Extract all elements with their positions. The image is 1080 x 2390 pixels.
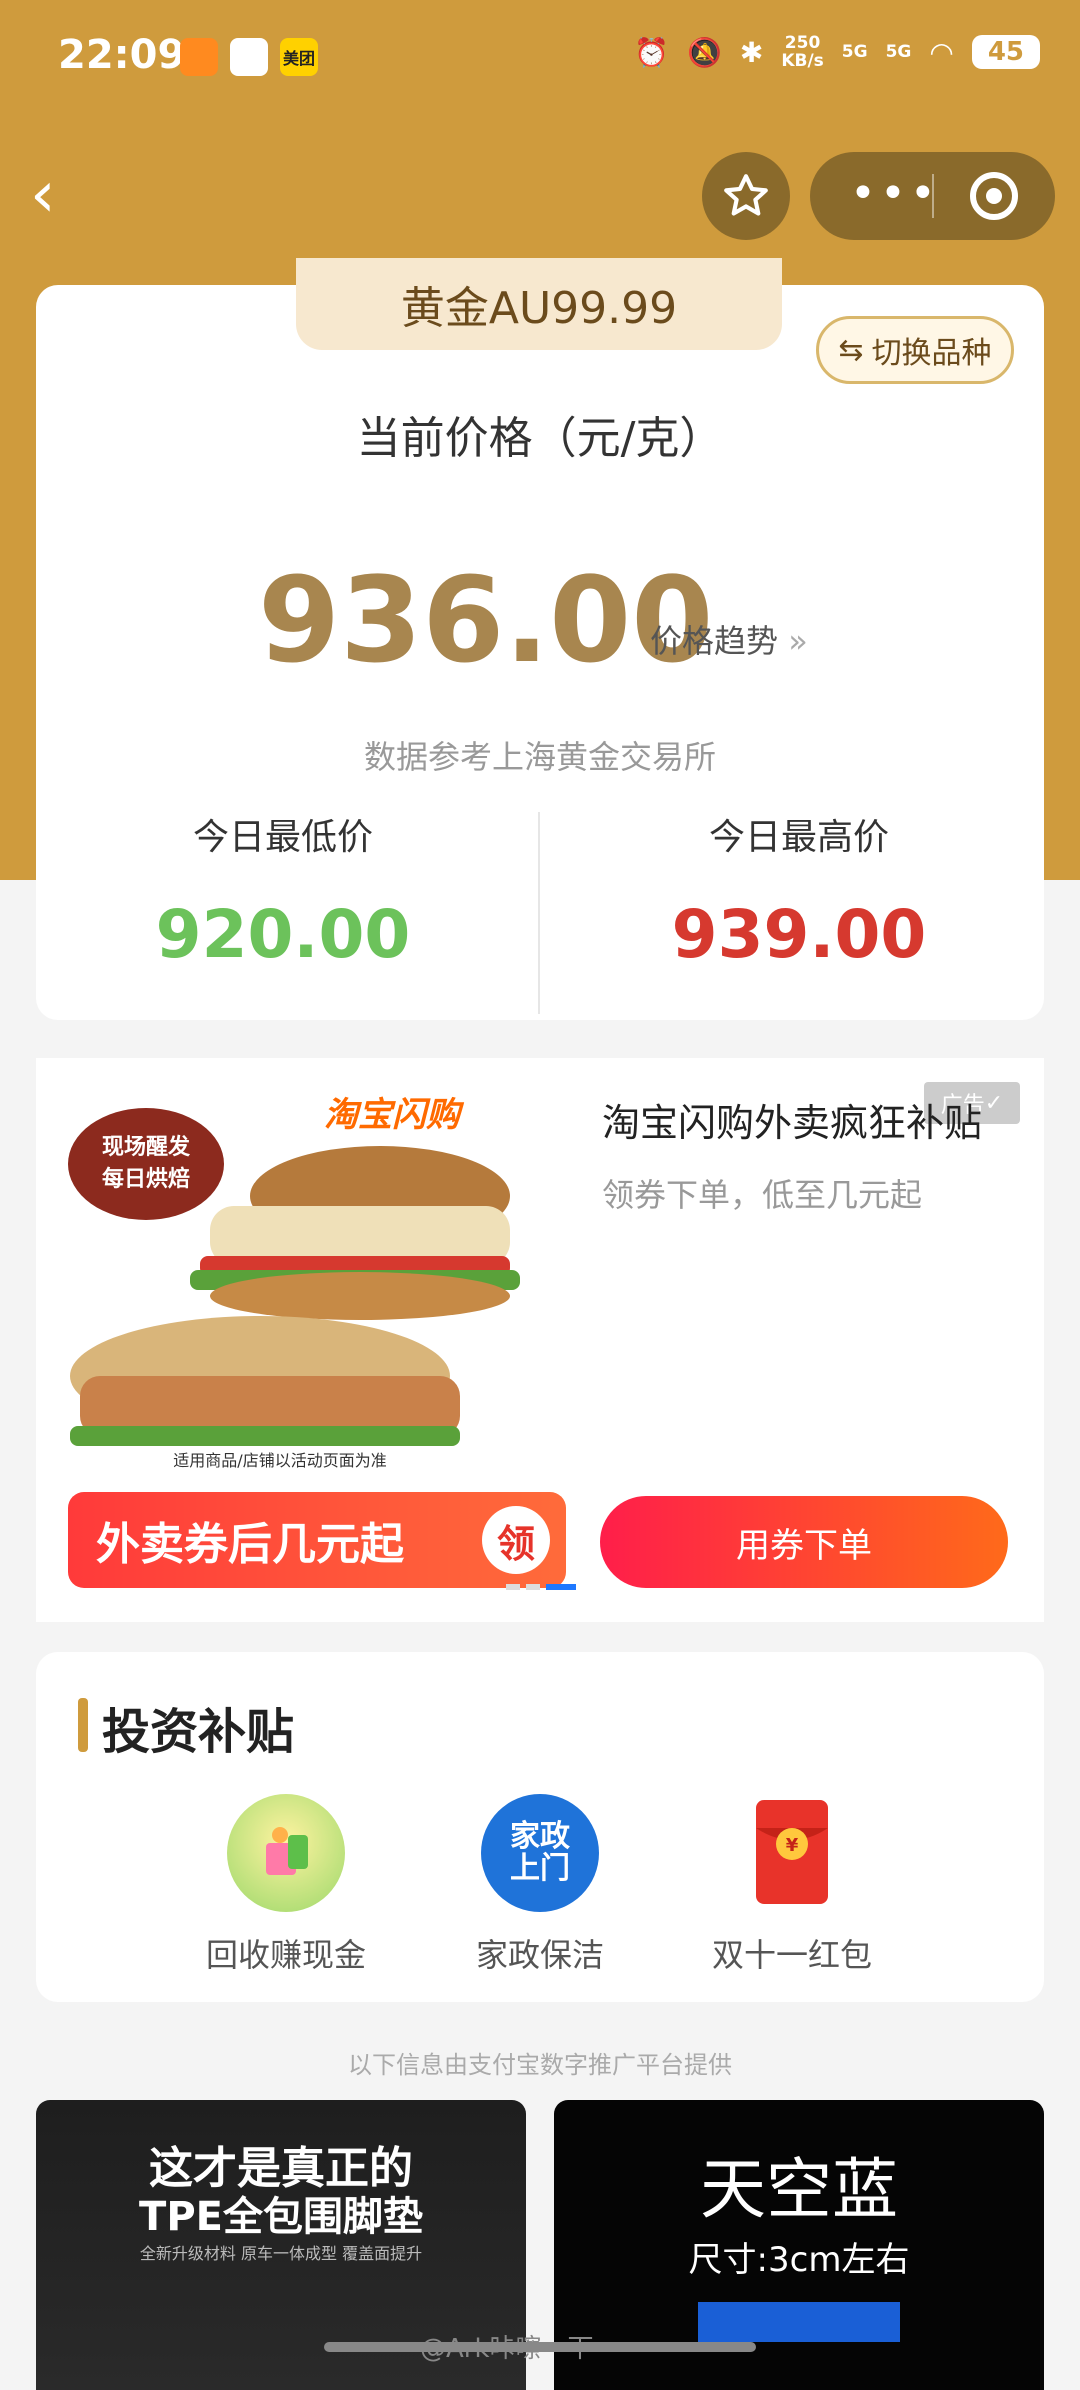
- high-price-label: 今日最高价: [708, 817, 889, 858]
- mute-icon: 🔕: [686, 35, 722, 69]
- provider-note: 以下信息由支付宝数字推广平台提供: [348, 2051, 732, 2079]
- current-price-value: 936.00: [258, 551, 714, 689]
- signal-icon: 5G: [885, 42, 912, 62]
- svg-text:¥: ¥: [786, 1835, 799, 1856]
- ad-tile-left-line2: TPE全包围脚垫: [139, 2194, 423, 2240]
- ad-image-note: 适用商品/店铺以活动页面为准: [173, 1451, 386, 1470]
- bluetooth-icon: ✱: [739, 35, 764, 69]
- taobao-flash-logo: 淘宝闪购: [324, 1095, 465, 1135]
- commodity-title: 黄金AU99.99: [296, 258, 782, 350]
- wifi-icon: ◠: [929, 35, 954, 69]
- price-trend-label: 价格趋势: [650, 622, 779, 660]
- recycle-cash-icon: [227, 1794, 345, 1912]
- chevron-right-icon: »: [788, 622, 808, 660]
- meituan-icon: 美团: [280, 38, 318, 76]
- high-price-value: 939.00: [671, 896, 927, 973]
- divider: [538, 812, 540, 1014]
- miniapp-capsule: •••: [810, 152, 1055, 240]
- invest-item-recycle[interactable]: 回收赚现金: [166, 1794, 406, 1976]
- invest-item-label: 家政保洁: [475, 1936, 604, 1974]
- coupon-banner[interactable]: 外卖券后几元起 领: [68, 1492, 566, 1588]
- signal-icon: 5G: [841, 42, 868, 62]
- low-price-label: 今日最低价: [192, 817, 373, 858]
- price-trend-link[interactable]: 价格趋势 »: [650, 616, 808, 662]
- ad-title[interactable]: 淘宝闪购外卖疯狂补贴: [602, 1092, 982, 1147]
- favorite-button[interactable]: [702, 152, 790, 240]
- swap-icon: ⇆: [838, 332, 864, 368]
- bakery-stamp: 现场醒发 每日烘焙: [68, 1108, 224, 1220]
- ad-tile-right-tag: [698, 2302, 900, 2342]
- alarm-icon: ⏰: [634, 35, 669, 69]
- ad-subtitle: 领券下单，低至几元起: [602, 1176, 923, 1214]
- invest-item-red-packet[interactable]: ¥ 双十一红包: [672, 1794, 912, 1976]
- red-packet-icon: ¥: [733, 1794, 851, 1912]
- invest-item-housekeeping[interactable]: 家政上门 家政保洁: [420, 1794, 660, 1976]
- back-button[interactable]: ‹: [30, 160, 90, 230]
- battery-icon: 45: [971, 35, 1040, 69]
- status-bar: 22:09 美团 ⏰ 🔕 ✱ 250 KB/s 5G 5G ◠ 45: [0, 0, 1080, 120]
- invest-title: 投资补贴: [102, 1704, 295, 1760]
- close-miniapp-icon[interactable]: [970, 172, 1018, 220]
- status-indicators: ⏰ 🔕 ✱ 250 KB/s 5G 5G ◠ 45: [634, 34, 1040, 70]
- star-icon: [724, 174, 768, 216]
- app-notification-icon: [230, 38, 268, 76]
- current-price-label: 当前价格（元/克）: [356, 413, 724, 464]
- claim-coupon-icon: 领: [482, 1506, 550, 1574]
- net-speed: 250 KB/s: [781, 33, 824, 71]
- status-time: 22:09: [58, 32, 186, 78]
- ad-tile-left-line3: 全新升级材料 原车一体成型 覆盖面提升: [139, 2244, 423, 2263]
- carousel-indicator: [506, 1584, 576, 1590]
- status-app-icons: 美团: [180, 38, 318, 76]
- more-icon[interactable]: •••: [850, 172, 940, 216]
- data-source: 数据参考上海黄金交易所: [363, 738, 716, 776]
- ad-tile-right-line2: 尺寸:3cm左右: [688, 2240, 910, 2280]
- capsule-divider: [932, 174, 934, 218]
- switch-commodity-button[interactable]: ⇆ 切换品种: [816, 316, 1014, 384]
- svg-text:现场醒发: 现场醒发: [102, 1134, 191, 1160]
- low-price-value: 920.00: [155, 896, 411, 973]
- invest-item-label: 双十一红包: [711, 1936, 872, 1974]
- switch-commodity-label: 切换品种: [871, 336, 992, 371]
- svg-text:每日烘焙: 每日烘焙: [102, 1166, 190, 1192]
- housekeeping-icon: 家政上门: [481, 1794, 599, 1912]
- invest-item-label: 回收赚现金: [205, 1936, 366, 1974]
- watermark: @Ark咔嚓一下: [420, 2334, 594, 2364]
- use-coupon-button[interactable]: 用券下单: [600, 1496, 1008, 1588]
- coupon-banner-text: 外卖券后几元起: [96, 1519, 404, 1570]
- ad-tile-right-line1: 天空蓝: [700, 2151, 898, 2228]
- app-notification-icon: [180, 38, 218, 76]
- section-accent-bar: [78, 1698, 88, 1752]
